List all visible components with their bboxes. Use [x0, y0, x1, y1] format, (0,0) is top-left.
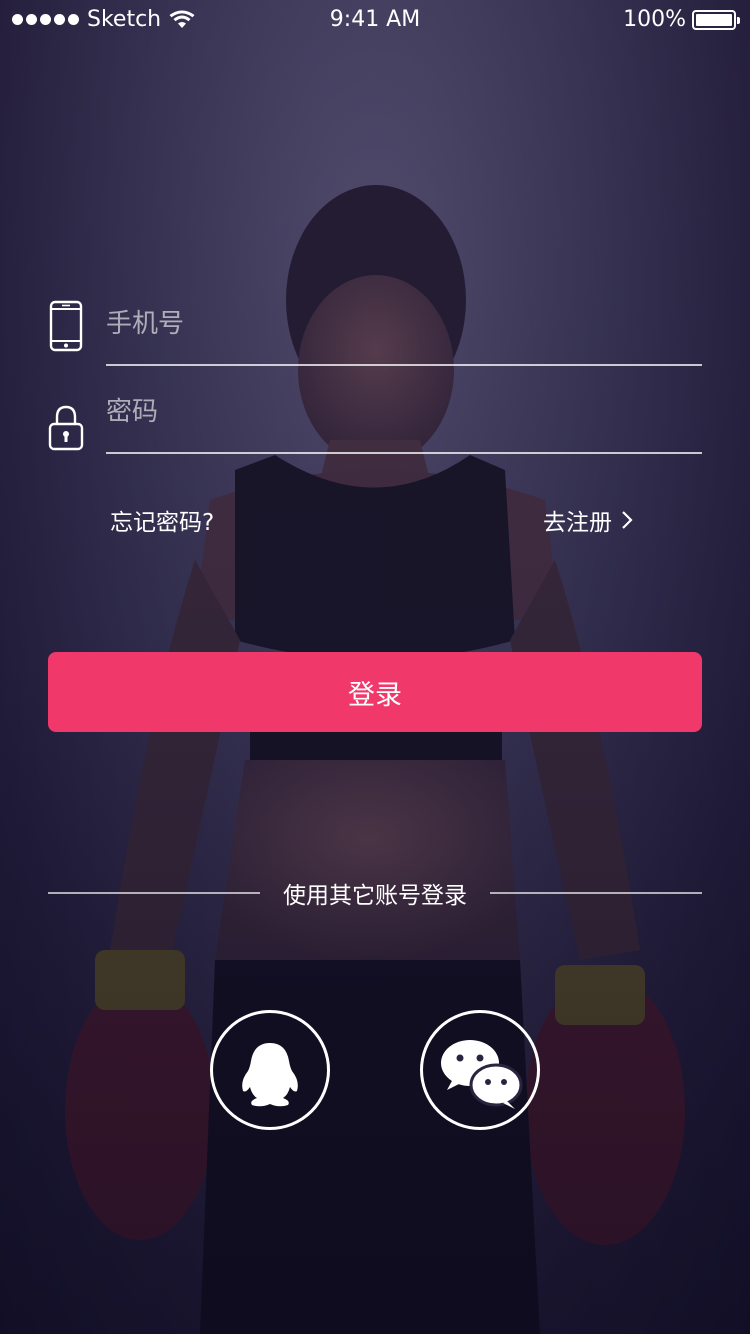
password-field [48, 384, 702, 454]
battery-fill [696, 13, 732, 26]
login-screen: Sketch 9:41 AM 100% 手机号 忘记密码? 去注册 登录 使用其… [0, 0, 750, 1334]
lock-icon [48, 405, 84, 451]
register-link[interactable]: 去注册 [543, 503, 634, 537]
phone-icon [49, 300, 83, 352]
password-underline [106, 452, 702, 454]
wechat-login-button[interactable] [420, 1010, 540, 1130]
battery-percentage: 100% [623, 7, 686, 32]
login-button[interactable]: 登录 [48, 652, 702, 732]
forgot-password-link[interactable]: 忘记密码? [110, 503, 214, 537]
chevron-right-icon [622, 511, 633, 529]
status-right: 100% [623, 7, 740, 32]
phone-input[interactable] [106, 296, 702, 352]
register-label: 去注册 [543, 510, 612, 536]
battery-icon [692, 9, 740, 30]
qq-login-button[interactable] [210, 1010, 330, 1130]
phone-field [48, 296, 702, 366]
status-bar: Sketch 9:41 AM 100% [0, 0, 750, 40]
password-input[interactable] [106, 384, 702, 440]
phone-underline [106, 364, 702, 366]
divider-line-right [490, 892, 702, 894]
qq-penguin-icon [242, 1043, 298, 1107]
wechat-icon [441, 1040, 523, 1109]
